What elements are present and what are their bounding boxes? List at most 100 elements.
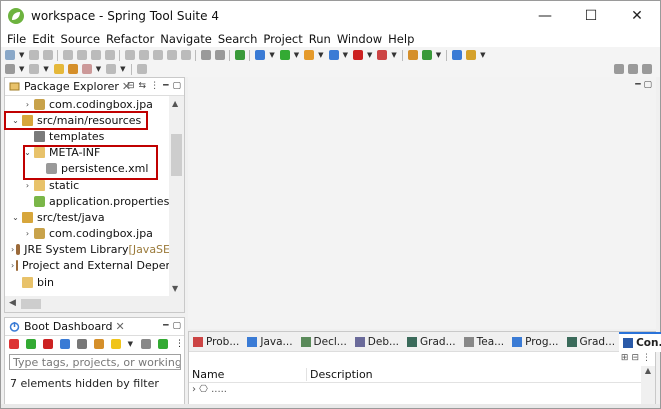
toolbar-icon[interactable] xyxy=(167,50,178,60)
stop-icon[interactable] xyxy=(42,339,53,349)
menu-item-navigate[interactable]: Navigate xyxy=(160,32,212,46)
toolbar-icon[interactable] xyxy=(67,64,78,74)
menu-item-run[interactable]: Run xyxy=(309,32,331,46)
tree-item[interactable]: bin xyxy=(5,274,170,290)
toolbar-icon[interactable] xyxy=(43,50,54,60)
toolbar-icon[interactable] xyxy=(328,50,339,60)
expand-toggle-icon[interactable]: › xyxy=(23,100,32,109)
toolbar-icon[interactable] xyxy=(53,64,64,74)
table-row[interactable]: › ⎔ ..... xyxy=(192,384,227,395)
dropdown-arrow-icon[interactable]: ▼ xyxy=(294,51,299,59)
toolbar-icon[interactable] xyxy=(181,50,192,60)
vertical-scrollbar[interactable]: ▲ xyxy=(641,366,655,404)
minimize-view-icon[interactable]: ━ xyxy=(163,81,168,91)
view-menu-icon[interactable]: ⋮ xyxy=(175,339,184,349)
scroll-up-icon[interactable]: ▲ xyxy=(172,99,178,108)
tab-tea[interactable]: Tea... xyxy=(460,332,509,352)
maximize-view-icon[interactable]: ▢ xyxy=(172,321,181,331)
dropdown-arrow-icon[interactable]: ▼ xyxy=(128,340,133,348)
minimize-button[interactable]: — xyxy=(522,1,568,31)
java-perspective-icon[interactable] xyxy=(642,64,652,74)
dropdown-arrow-icon[interactable]: ▼ xyxy=(480,51,485,59)
column-header-name[interactable]: Name xyxy=(189,367,307,381)
tab-deb[interactable]: Deb... xyxy=(351,332,403,352)
toolbar-icon[interactable] xyxy=(125,50,136,60)
scroll-down-icon[interactable]: ▼ xyxy=(172,284,178,293)
console-icon[interactable] xyxy=(76,339,87,349)
dropdown-arrow-icon[interactable]: ▼ xyxy=(43,65,48,73)
dropdown-arrow-icon[interactable]: ▼ xyxy=(269,51,274,59)
view-menu-icon[interactable]: ⋮ xyxy=(150,81,159,91)
tree-item[interactable]: ⌄ src/test/java xyxy=(5,209,170,225)
tree-item[interactable]: › com.codingbox.jpa xyxy=(5,226,170,242)
tab-java[interactable]: Java... xyxy=(243,332,296,352)
hscroll-thumb[interactable] xyxy=(21,299,41,309)
expand-toggle-icon[interactable]: › xyxy=(23,229,32,238)
edit-icon[interactable] xyxy=(93,339,104,349)
toolbar-icon[interactable] xyxy=(139,50,150,60)
dropdown-arrow-icon[interactable]: ▼ xyxy=(391,51,396,59)
tab-prob[interactable]: Prob... xyxy=(189,332,243,352)
menu-item-search[interactable]: Search xyxy=(218,32,258,46)
close-button[interactable]: ✕ xyxy=(614,1,660,31)
toolbar-icon[interactable] xyxy=(63,50,74,60)
link-editor-icon[interactable]: ⇆ xyxy=(139,81,147,91)
boot-dashboard-tab[interactable]: Boot Dashboard ✕ ━ ▢ xyxy=(5,318,184,336)
dropdown-arrow-icon[interactable]: ▼ xyxy=(120,65,125,73)
expand-toggle-icon[interactable]: › xyxy=(23,181,32,190)
tab-grad[interactable]: Grad... xyxy=(563,332,620,352)
toolbar-icon[interactable] xyxy=(106,64,117,74)
toolbar-icon[interactable] xyxy=(215,50,226,60)
toolbar-icon[interactable] xyxy=(466,50,477,60)
dropdown-arrow-icon[interactable]: ▼ xyxy=(318,51,323,59)
add-icon[interactable] xyxy=(158,339,168,349)
toolbar-icon[interactable] xyxy=(77,50,88,60)
tree-item[interactable]: application.properties xyxy=(5,193,170,209)
toolbar-icon[interactable] xyxy=(201,50,212,60)
dropdown-arrow-icon[interactable]: ▼ xyxy=(19,51,24,59)
close-view-icon[interactable]: ✕ xyxy=(116,320,125,333)
vertical-scrollbar[interactable]: ▲ ▼ xyxy=(169,96,184,296)
menu-item-source[interactable]: Source xyxy=(61,32,101,46)
toolbar-icon[interactable] xyxy=(29,50,40,60)
editor-min-max-icon[interactable]: ━ ▢ xyxy=(635,80,652,90)
tab-prog[interactable]: Prog... xyxy=(508,332,562,352)
expand-toggle-icon[interactable]: › xyxy=(11,245,14,254)
expand-toggle-icon[interactable]: ⌄ xyxy=(11,213,20,222)
toolbar-icon[interactable] xyxy=(407,50,418,60)
toolbar-icon[interactable] xyxy=(153,50,164,60)
column-header-description[interactable]: Description xyxy=(307,368,373,381)
view-menu-icon[interactable]: ⋮ xyxy=(642,353,651,363)
scroll-left-icon[interactable]: ◀ xyxy=(9,298,16,308)
toolbar-icon[interactable] xyxy=(352,50,363,60)
toolbar-icon[interactable] xyxy=(5,50,15,60)
toolbar-icon[interactable] xyxy=(452,50,463,60)
toolbar-icon[interactable] xyxy=(377,50,388,60)
dropdown-arrow-icon[interactable]: ▼ xyxy=(343,51,348,59)
tag-search-input[interactable]: Type tags, projects, or working set n xyxy=(9,354,181,370)
dropdown-arrow-icon[interactable]: ▼ xyxy=(96,65,101,73)
debug-restart-icon[interactable] xyxy=(25,339,36,349)
menu-item-edit[interactable]: Edit xyxy=(32,32,54,46)
toolbar-icon[interactable] xyxy=(105,50,116,60)
tab-con[interactable]: Con... ✕ xyxy=(619,331,661,352)
open-perspective-icon[interactable] xyxy=(628,64,638,74)
package-explorer-tab[interactable]: Package Explorer ✕ ⊟ ⇆ ⋮ ━ ▢ xyxy=(5,78,184,96)
search-icon[interactable] xyxy=(614,64,624,74)
tips-icon[interactable] xyxy=(110,339,121,349)
dropdown-arrow-icon[interactable]: ▼ xyxy=(367,51,372,59)
minimize-view-icon[interactable]: ━ xyxy=(163,321,168,331)
horizontal-scrollbar[interactable]: ◀ xyxy=(5,296,184,312)
dropdown-arrow-icon[interactable]: ▼ xyxy=(19,65,24,73)
toolbar-icon[interactable] xyxy=(279,50,290,60)
filter-icon[interactable] xyxy=(141,339,152,349)
menu-item-window[interactable]: Window xyxy=(337,32,382,46)
tree-item[interactable]: › com.codingbox.jpa xyxy=(5,96,170,112)
dropdown-arrow-icon[interactable]: ▼ xyxy=(436,51,441,59)
menu-item-help[interactable]: Help xyxy=(388,32,414,46)
toolbar-icon[interactable] xyxy=(304,50,315,60)
tree-item[interactable]: › JRE System Library [JavaSE xyxy=(5,242,170,258)
tab-decl[interactable]: Decl... xyxy=(297,332,351,352)
expand-toggle-icon[interactable]: › xyxy=(11,261,14,270)
toolbar-icon[interactable] xyxy=(91,50,102,60)
